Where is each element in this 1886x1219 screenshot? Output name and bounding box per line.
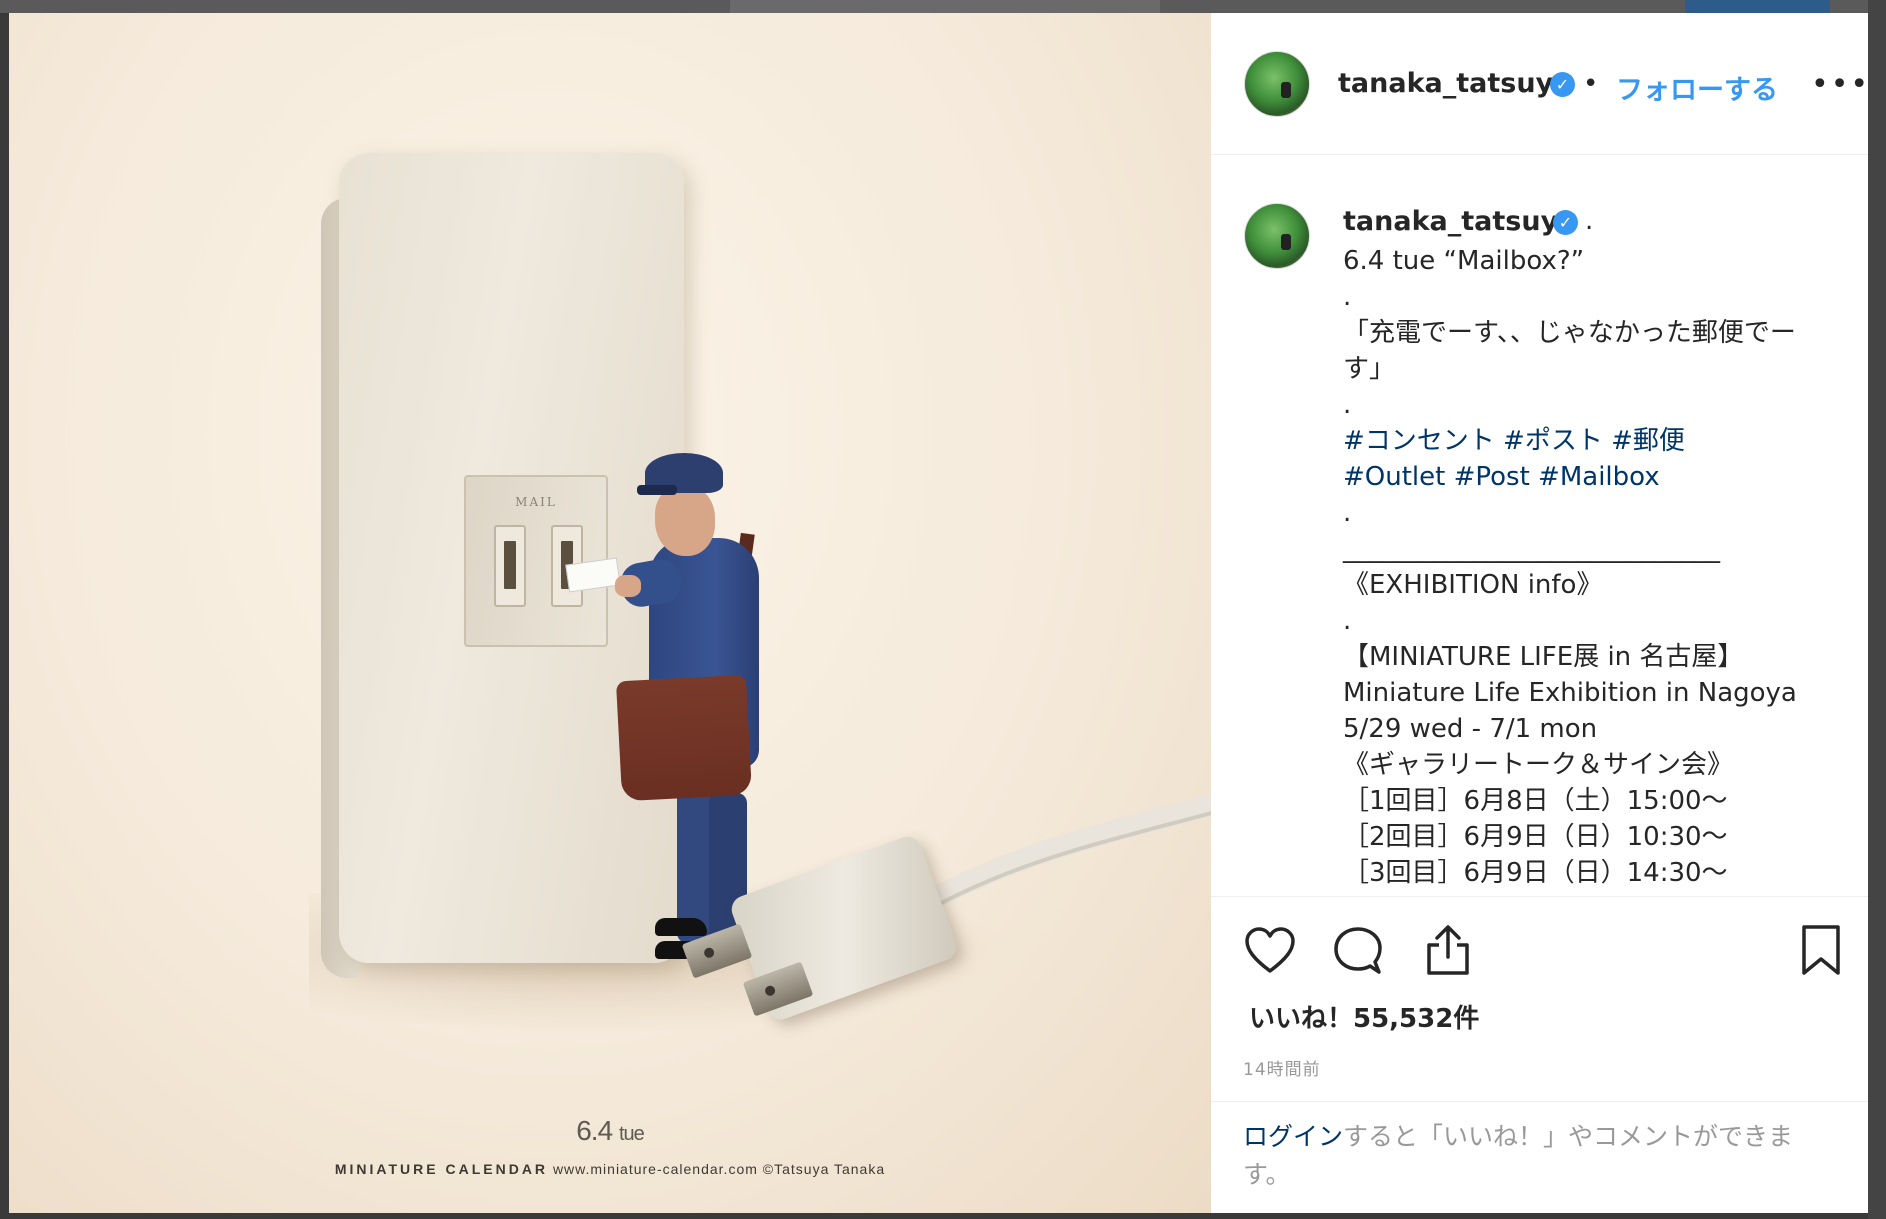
- likes-count[interactable]: いいね！55,532件: [1249, 998, 1479, 1035]
- actions-divider: [1211, 896, 1868, 897]
- caption-line: ［2回目］6月9日（日）10:30〜: [1343, 822, 1728, 852]
- calendar-date-number: 6.4: [576, 1115, 613, 1146]
- top-bar-segment: [730, 0, 1160, 13]
- verified-badge-icon: ✓: [1550, 72, 1575, 97]
- caption-line: ［3回目］6月9日（日）14:30〜: [1343, 858, 1728, 888]
- avatar[interactable]: [1244, 51, 1310, 117]
- header-divider: [1211, 154, 1868, 155]
- post-sidebar: tanaka_tatsuya ✓ • フォローする ••• tanaka_tat…: [1211, 13, 1868, 1213]
- caption-line: 《EXHIBITION info》: [1343, 570, 1603, 600]
- caption-body: 6.4 tue “Mailbox?” . 「充電でーす、、じゃなかった郵便でー …: [1343, 243, 1843, 891]
- header-separator: •: [1583, 69, 1599, 99]
- caption-line: 5/29 wed - 7/1 mon: [1343, 714, 1598, 744]
- power-cable: [898, 793, 1211, 924]
- verified-badge-icon: ✓: [1553, 210, 1578, 235]
- calendar-day: tue: [618, 1123, 645, 1145]
- login-prompt-text: すると「いいね！」やコメントができま: [1343, 1122, 1794, 1151]
- caption-line: .: [1343, 390, 1352, 420]
- calendar-credit-text: www.miniature-calendar.com ©Tatsuya Tana…: [552, 1161, 886, 1177]
- heart-icon[interactable]: [1244, 926, 1296, 976]
- caption-line: ［1回目］6月8日（土）15:00〜: [1343, 786, 1728, 816]
- more-options-icon[interactable]: •••: [1811, 67, 1870, 102]
- login-prompt-text-end: す。: [1243, 1160, 1291, 1189]
- caption-line: 「充電でーす、、じゃなかった郵便でー: [1343, 318, 1796, 348]
- caption-line: Miniature Life Exhibition in Nagoya: [1343, 678, 1797, 708]
- comment-icon[interactable]: [1333, 926, 1383, 976]
- top-bar-button[interactable]: [1685, 0, 1830, 13]
- browser-top-bar: [0, 0, 1886, 13]
- share-icon[interactable]: [1423, 923, 1473, 977]
- login-link[interactable]: ログイン: [1243, 1122, 1343, 1151]
- post-photo[interactable]: MAIL 6.4 tue MINIATURE CALENDAR www.mini…: [9, 13, 1211, 1213]
- follow-button[interactable]: フォローする: [1616, 68, 1778, 107]
- caption-line: _____________________________: [1343, 534, 1720, 564]
- login-divider: [1211, 1101, 1868, 1102]
- caption-line: 【MINIATURE LIFE展 in 名古屋】: [1343, 642, 1744, 672]
- caption-avatar[interactable]: [1244, 203, 1310, 269]
- bookmark-icon[interactable]: [1800, 923, 1842, 977]
- calendar-date: 6.4 tue: [9, 1115, 1211, 1147]
- caption-line: .: [1343, 498, 1352, 528]
- caption-line: 6.4 tue “Mailbox?”: [1343, 246, 1585, 276]
- hashtag-line[interactable]: #Outlet #Post #Mailbox: [1343, 459, 1843, 495]
- login-prompt: ログインすると「いいね！」やコメントができます。: [1243, 1118, 1843, 1194]
- header-username[interactable]: tanaka_tatsuya: [1338, 68, 1571, 99]
- caption-line: 《ギャラリートーク＆サイン会》: [1343, 750, 1734, 780]
- hashtag-line[interactable]: #コンセント #ポスト #郵便: [1343, 423, 1843, 459]
- caption-line: .: [1343, 606, 1352, 636]
- calendar-brand: MINIATURE CALENDAR: [334, 1161, 549, 1177]
- post-timestamp[interactable]: 14時間前: [1243, 1055, 1321, 1080]
- caption-username[interactable]: tanaka_tatsuya: [1343, 206, 1576, 237]
- calendar-credit: MINIATURE CALENDAR www.miniature-calenda…: [9, 1161, 1211, 1177]
- caption-line: す」: [1343, 354, 1396, 384]
- scroll-gutter: [1868, 0, 1886, 1219]
- caption-line: .: [1343, 282, 1352, 312]
- caption-suffix: .: [1585, 206, 1594, 236]
